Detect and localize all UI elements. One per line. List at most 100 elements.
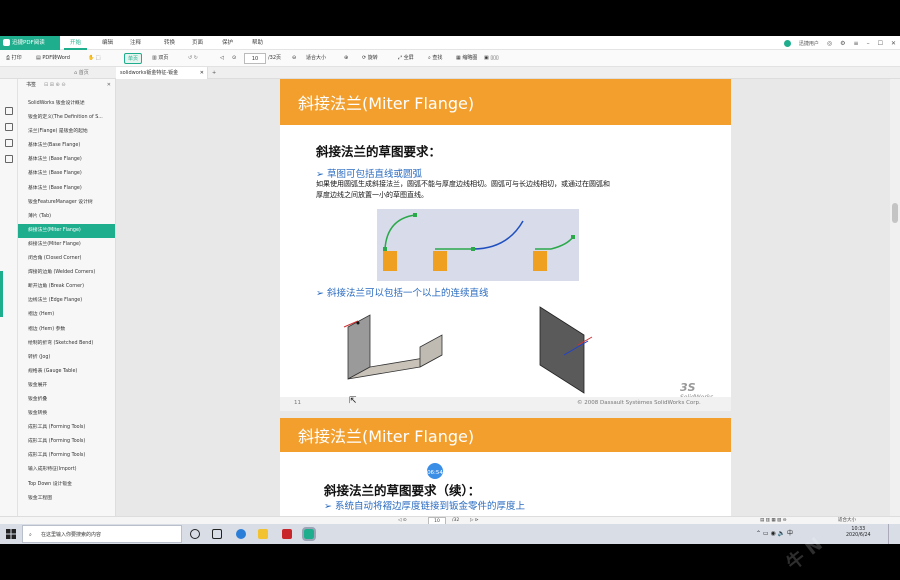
bookmark-item[interactable]: 基体法兰(Base Flange): [18, 139, 115, 153]
pdf-to-word-button[interactable]: ▤ PDF转Word: [36, 53, 70, 64]
bookmark-item[interactable]: 褶边 (Hem) 参数: [18, 323, 115, 337]
maximize-icon[interactable]: ☐: [878, 40, 883, 47]
recorder-app-icon[interactable]: [282, 529, 292, 539]
home-tab[interactable]: ⌂ 首页: [74, 67, 89, 79]
prev-page-icon[interactable]: ◁: [220, 53, 224, 64]
bookmark-item[interactable]: 钣金的定义(The Definition of S...: [18, 111, 115, 125]
menu-edit[interactable]: 编辑: [96, 36, 119, 50]
menu-convert[interactable]: 转换: [158, 36, 181, 50]
menu-annotate[interactable]: 注释: [124, 36, 147, 50]
close-icon[interactable]: ✕: [891, 40, 896, 47]
bookmark-item[interactable]: 基体法兰 (Base Flange): [18, 153, 115, 167]
zoom-in-icon[interactable]: ⊕: [344, 53, 348, 64]
bookmark-item[interactable]: 基体法兰 (Base Flange): [18, 182, 115, 196]
skin-icon[interactable]: ◎: [827, 40, 832, 47]
slide-copyright: © 2008 Dassault Systèmes SolidWorks Corp…: [577, 400, 701, 406]
taskbar-clock[interactable]: 10:33 2020/6/24: [846, 527, 871, 544]
hand-tool-icon[interactable]: ✋ ⬚: [88, 53, 101, 64]
windows-start-icon[interactable]: [6, 529, 16, 539]
tab-document[interactable]: solidworks钣金特征-钣金 ✕: [116, 67, 208, 79]
bookmark-item[interactable]: 焊接的边角 (Welded Corners): [18, 266, 115, 280]
menu-start[interactable]: 开始: [64, 36, 88, 50]
single-page-button[interactable]: 单页: [124, 53, 143, 64]
bookmark-item[interactable]: 褶边 (Hem): [18, 308, 115, 322]
pdf-reader-taskbar-icon[interactable]: [302, 527, 316, 541]
app-name[interactable]: 迅捷PDF阅读: [0, 36, 60, 50]
show-desktop-button[interactable]: [888, 524, 900, 544]
slide-bullet-1: ➢ 草图可包括直线或圆弧: [316, 169, 422, 180]
panel-accent-bar: [0, 271, 3, 317]
comment-icon[interactable]: [5, 139, 13, 147]
bookmark-item[interactable]: 转折 (Jog): [18, 351, 115, 365]
bookmark-item[interactable]: 成形工具 (Forming Tools): [18, 421, 115, 435]
bookmark-item[interactable]: 闭合角 (Closed Corner): [18, 252, 115, 266]
bookmark-item[interactable]: 成形工具 (Forming Tools): [18, 449, 115, 463]
slide-title: 斜接法兰(Miter Flange): [298, 427, 475, 446]
task-view-icon[interactable]: [212, 529, 222, 539]
taskbar-search-input[interactable]: ⌕ 在这里输入你要搜索的内容: [22, 525, 182, 543]
collapse-all-icon[interactable]: ⊟ ⊞ ⊕ ⊖: [44, 79, 66, 91]
page-number-input[interactable]: 10: [244, 53, 266, 64]
bookmark-item[interactable]: 基体法兰 (Base Flange): [18, 167, 115, 181]
bookmark-item[interactable]: 钣金折叠: [18, 393, 115, 407]
zoom-select[interactable]: 适合大小: [306, 53, 326, 64]
slide-text-line-2: 厚度边线之间放置一小的草图直线。: [316, 191, 428, 199]
bookmark-item[interactable]: 规格表 (Gauge Table): [18, 365, 115, 379]
menu-page[interactable]: 页面: [186, 36, 209, 50]
flat-plate-model: [539, 306, 593, 394]
bookmark-item[interactable]: 斜接法兰(Miter Flange): [18, 223, 115, 238]
bookmark-item[interactable]: 钣金FeatureManager 设计树: [18, 196, 115, 210]
print-button[interactable]: ⎙ 打印: [6, 53, 22, 64]
minimize-icon[interactable]: –: [867, 40, 870, 47]
bookmark-item[interactable]: Top Down 设计钣金: [18, 478, 115, 492]
bookmark-panel-button[interactable]: ▣ ▯▯▯: [484, 53, 499, 64]
find-button[interactable]: ⌕ 查找: [428, 53, 442, 64]
system-tray-icons[interactable]: ⌃ ▭ ◉ 🔈 中: [756, 530, 793, 544]
bookmark-panel-close-icon[interactable]: ✕: [107, 79, 111, 91]
cortana-icon[interactable]: [190, 529, 200, 539]
slide-page-number: 11: [294, 400, 301, 406]
slide-title-bar: 斜接法兰(Miter Flange): [280, 79, 731, 125]
settings-icon[interactable]: ⚙: [840, 40, 845, 47]
refresh-icon[interactable]: ↺ ↻: [188, 53, 198, 64]
status-bar: ◁ ⊙ 10 /32 ▷ ⊳ ▤ ▥ ▦ ▧ ⊖ 适合大小: [0, 516, 900, 525]
menu-icon[interactable]: ≡: [854, 40, 859, 47]
file-explorer-icon[interactable]: [258, 529, 268, 539]
bookmark-item[interactable]: 钣金展开: [18, 379, 115, 393]
double-page-button[interactable]: ▥ 双页: [152, 53, 168, 64]
bookmark-item[interactable]: 断开边角 (Break Corner): [18, 280, 115, 294]
fullscreen-button[interactable]: ⤢ 全屏: [398, 53, 414, 64]
u-channel-model: [343, 314, 443, 380]
windows-taskbar: ⌕ 在这里输入你要搜索的内容 ⌃ ▭ ◉ 🔈 中 10:33 2020/6/24: [0, 524, 900, 544]
thumbnails-button[interactable]: ▦ 缩略图: [456, 53, 477, 64]
edge-browser-icon[interactable]: [236, 529, 246, 539]
tab-close-icon[interactable]: ✕: [200, 67, 204, 79]
bookmark-item[interactable]: 绘制的折弯 (Sketched Bend): [18, 337, 115, 351]
user-avatar-icon[interactable]: [783, 39, 791, 47]
bookmark-item[interactable]: 边线法兰 (Edge Flange): [18, 294, 115, 308]
page-indicator-badge: 06:54: [425, 461, 445, 481]
rotate-button[interactable]: ⟳ 旋转: [362, 53, 378, 64]
document-viewer[interactable]: 斜接法兰(Miter Flange) 斜接法兰的草图要求： ➢ 草图可包括直线或…: [116, 79, 890, 516]
vertical-scrollbar[interactable]: [890, 79, 900, 516]
user-name[interactable]: 迅捷用户: [799, 40, 819, 47]
bookmark-icon[interactable]: [5, 107, 13, 115]
attachment-icon[interactable]: [5, 155, 13, 163]
new-tab-icon[interactable]: +: [212, 67, 216, 79]
bookmark-item[interactable]: 法兰(Flange) 是钣金的起始: [18, 125, 115, 139]
bookmark-item[interactable]: 薄片 (Tab): [18, 210, 115, 224]
bookmark-item[interactable]: 输入成形特征(Import): [18, 463, 115, 477]
zoom-out-icon[interactable]: ⊖: [292, 53, 296, 64]
menu-help[interactable]: 帮助: [246, 36, 269, 50]
pdf-page-11: 斜接法兰(Miter Flange) 斜接法兰的草图要求： ➢ 草图可包括直线或…: [280, 79, 731, 411]
bookmark-item[interactable]: 钣金工程图: [18, 492, 115, 506]
thumbnail-icon[interactable]: [5, 123, 13, 131]
first-page-icon[interactable]: ⊙: [232, 53, 236, 64]
bookmark-item[interactable]: 钣金转换: [18, 407, 115, 421]
bookmark-panel-title: 书签: [26, 82, 37, 88]
scrollbar-thumb[interactable]: [892, 203, 898, 223]
bookmark-item[interactable]: SolidWorks 钣金设计概述: [18, 97, 115, 111]
menu-protect[interactable]: 保护: [216, 36, 239, 50]
bookmark-item[interactable]: 成形工具 (Forming Tools): [18, 435, 115, 449]
bookmark-item[interactable]: 斜接法兰(Miter Flange): [18, 238, 115, 252]
